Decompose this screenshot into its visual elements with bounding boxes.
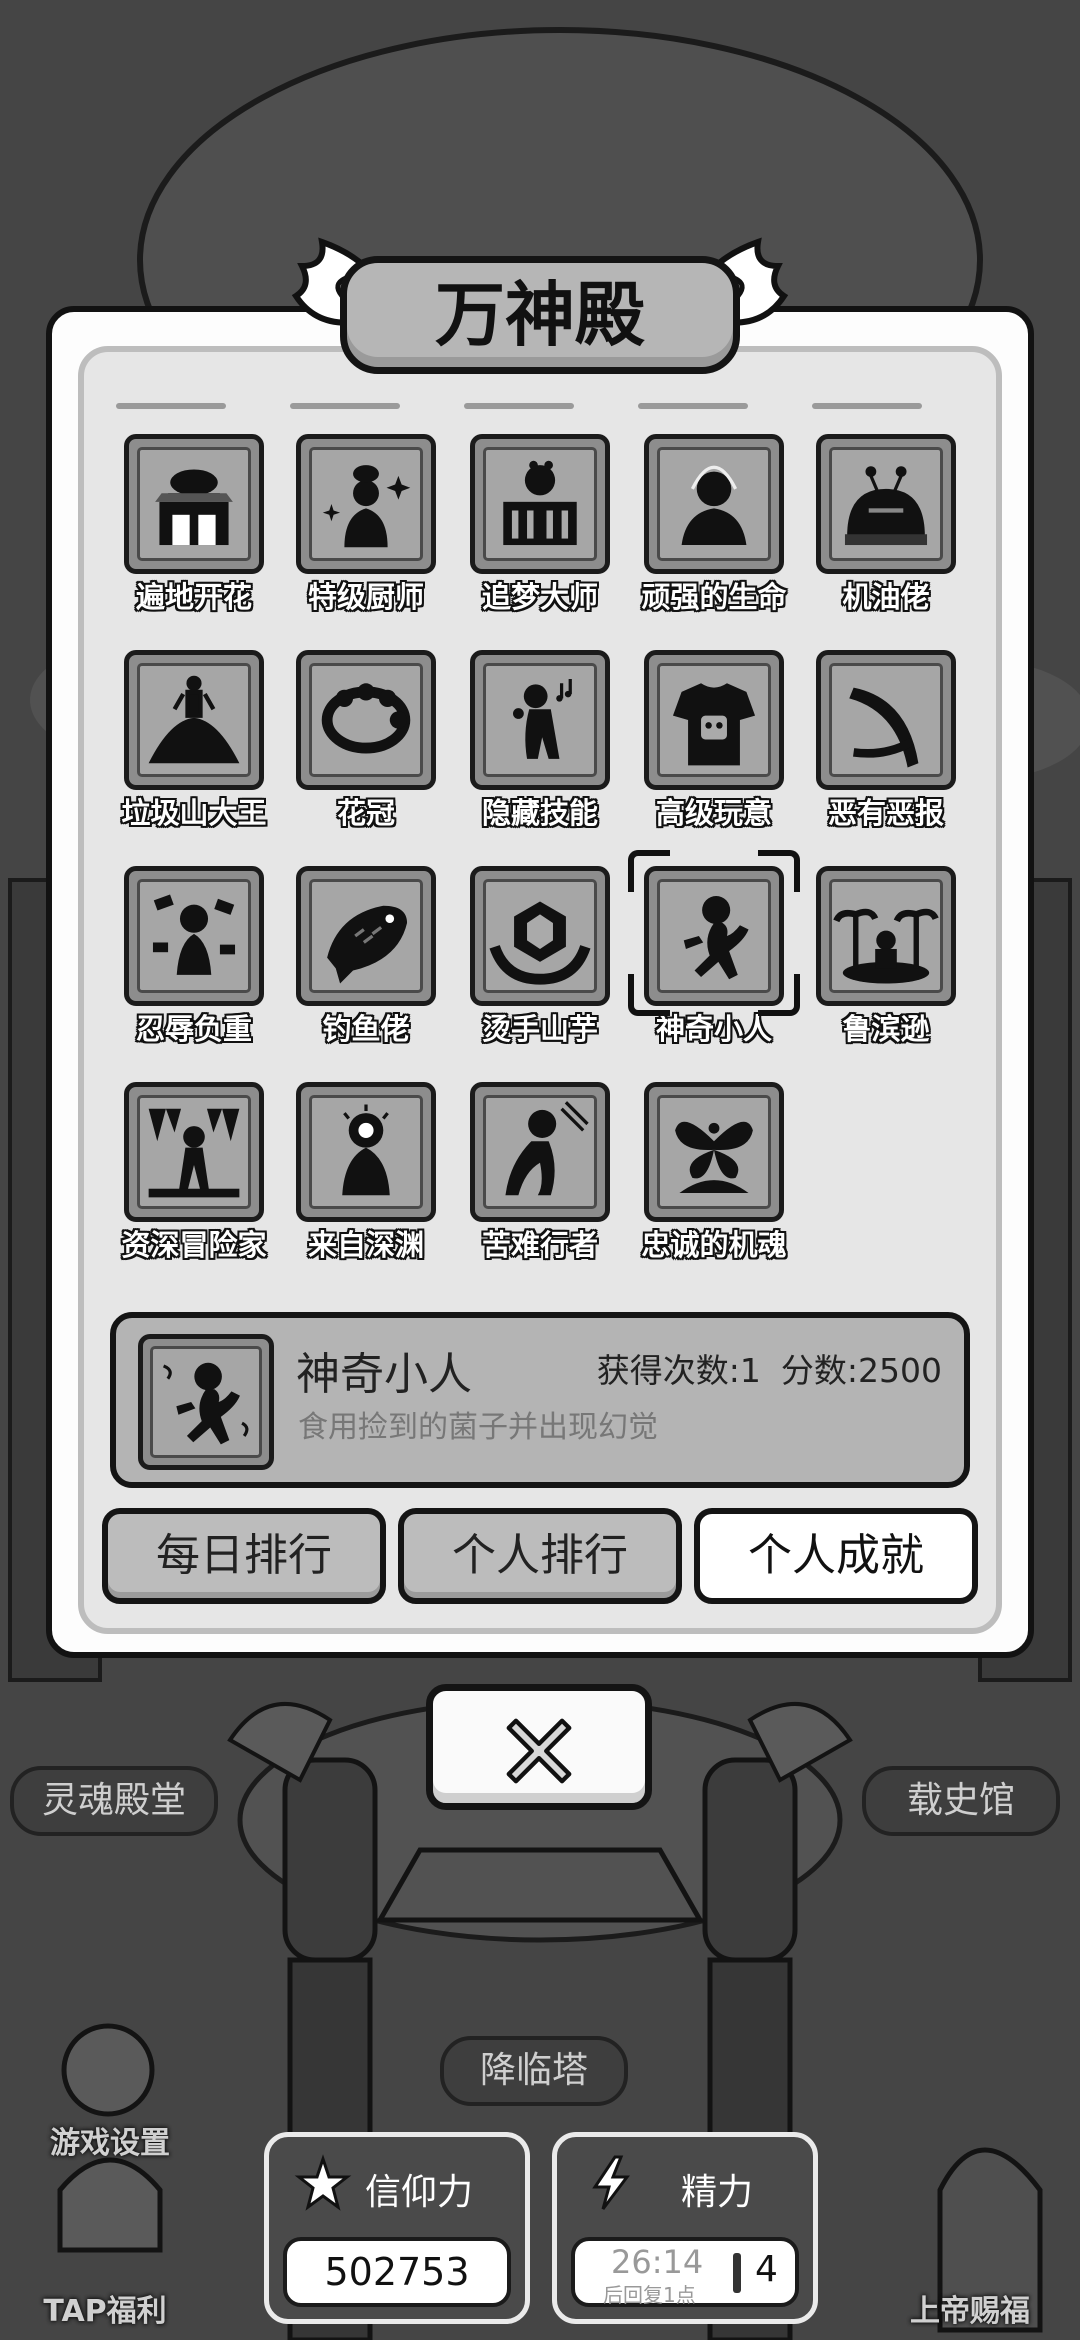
achievement-tile[interactable]: 顽强的生命 (641, 434, 787, 614)
achievement-tile[interactable]: 忍辱负重 (124, 866, 264, 1046)
robot-tshirt-icon (672, 683, 756, 766)
history-museum-button[interactable]: 载史馆 (862, 1766, 1060, 1836)
achievement-tile[interactable]: 垃圾山大王 (121, 650, 267, 830)
achievement-frame (124, 650, 264, 790)
faith-value: 502753 (283, 2237, 511, 2307)
fish-icon (327, 905, 408, 984)
achievement-tile[interactable]: 特级厨师 (296, 434, 436, 614)
close-icon (506, 1718, 572, 1784)
selection-corner (628, 850, 670, 892)
detail-obtained-count: 获得次数:1 (596, 1351, 761, 1390)
chef-icon (322, 465, 411, 548)
achievement-tile[interactable]: 忠诚的机魂 (641, 1082, 787, 1262)
fairy-icon (675, 1121, 753, 1194)
cave-explorer-icon (148, 1108, 240, 1198)
selection-corner (758, 850, 800, 892)
tab-personal-achievements[interactable]: 个人成就 (694, 1508, 978, 1604)
trash-mountain-king-icon (148, 675, 240, 764)
achievement-tile[interactable]: 苦难行者 (470, 1082, 610, 1262)
soul-hall-button[interactable]: 灵魂殿堂 (10, 1766, 218, 1836)
faith-label: 信仰力 (365, 2172, 474, 2213)
robot-dome-icon (844, 466, 928, 546)
achievement-frame (816, 866, 956, 1006)
achievement-frame (470, 1082, 610, 1222)
selection-corner (628, 974, 670, 1016)
achievement-tile[interactable]: 高级玩意 (644, 650, 784, 830)
game-settings-button[interactable]: 游戏设置 (30, 2118, 190, 2162)
lightning-icon (592, 2155, 630, 2210)
achievement-tile[interactable]: 钓鱼佬 (296, 866, 436, 1046)
tab-daily-ranking[interactable]: 每日排行 (102, 1508, 386, 1604)
selection-corner (758, 974, 800, 1016)
winged-star-icon (294, 2154, 352, 2211)
achievement-tile[interactable]: 来自深渊 (296, 1082, 436, 1262)
kneeling-figure-icon (152, 894, 236, 975)
achievement-frame (296, 434, 436, 574)
island-castaway-icon (833, 908, 939, 984)
title-plate: 万神殿 (340, 256, 740, 374)
achievement-tile[interactable]: 恶有恶报 (816, 650, 956, 830)
detail-stats: 获得次数:1 分数:2500 (577, 1344, 942, 1392)
flower-wreath-icon (321, 683, 411, 754)
achievement-tile[interactable]: 烫手山芋 (470, 866, 610, 1046)
achievement-frame (816, 434, 956, 574)
achievement-label: 机油佬 (842, 580, 930, 614)
achievement-frame (470, 650, 610, 790)
achievement-frame (124, 434, 264, 574)
achievement-frame (816, 650, 956, 790)
hands-gem-icon (489, 901, 591, 985)
burger-shop-icon (155, 469, 233, 546)
walker-icon (505, 1101, 589, 1196)
faith-card: 信仰力 502753 (264, 2132, 530, 2324)
achievement-tile[interactable]: 资深冒险家 (121, 1082, 267, 1262)
achievement-frame (644, 1082, 784, 1222)
abyss-eye-icon (342, 1104, 390, 1196)
achievement-detail-panel: 神奇小人 获得次数:1 分数:2500 食用捡到的菌子并出现幻觉 (110, 1312, 970, 1488)
achievement-tile[interactable]: 遍地开花 (124, 434, 264, 614)
energy-card: 精力 26:14 后回复1点 4 (552, 2132, 818, 2324)
achievement-frame (296, 1082, 436, 1222)
achievement-tile[interactable]: 机油佬 (816, 434, 956, 614)
achievement-frame (124, 866, 264, 1006)
achievement-frame (644, 650, 784, 790)
achievement-label: 恶有恶报 (827, 796, 944, 830)
achievement-tile[interactable]: 追梦大师 (470, 434, 610, 614)
detail-description: 食用捡到的菌子并出现幻觉 (298, 1410, 658, 1445)
energy-timer-note: 后回复1点 (603, 2283, 696, 2307)
singing-figure-icon (513, 678, 572, 759)
achievement-frame (296, 650, 436, 790)
tab-personal-ranking[interactable]: 个人排行 (398, 1508, 682, 1604)
achievement-frame (644, 434, 784, 574)
achievement-tile[interactable]: 花冠 (296, 650, 436, 830)
energy-divider (733, 2253, 741, 2293)
detail-score: 分数:2500 (780, 1351, 942, 1390)
energy-count: 4 (755, 2249, 778, 2290)
dream-theater-icon (503, 460, 577, 546)
god-blessing-button[interactable]: 上帝赐福 (880, 2286, 1060, 2330)
achievement-frame (296, 866, 436, 1006)
dancing-figure-icon (162, 1362, 249, 1445)
achievement-frame (470, 866, 610, 1006)
dialog-title: 万神殿 (435, 274, 645, 356)
tap-rewards-button[interactable]: TAP福利 (30, 2286, 180, 2330)
meditating-figure-icon (681, 465, 747, 546)
clipped-row-hint (84, 394, 998, 409)
detail-icon-frame (138, 1334, 274, 1470)
close-button[interactable] (426, 1684, 652, 1810)
achievement-frame (470, 434, 610, 574)
descent-tower-button[interactable]: 降临塔 (440, 2036, 628, 2106)
dancing-figure-icon (683, 896, 749, 980)
achievement-label: 忠诚的机魂 (641, 1228, 787, 1262)
achievement-tile[interactable]: 神奇小人 (628, 850, 800, 1046)
energy-timer: 26:14 (611, 2243, 704, 2281)
energy-timer-box: 26:14 后回复1点 4 (571, 2237, 799, 2307)
energy-label: 精力 (681, 2172, 754, 2213)
boomerang-icon (849, 687, 919, 768)
achievement-frame (124, 1082, 264, 1222)
detail-name: 神奇小人 (296, 1349, 472, 1400)
achievement-tile[interactable]: 鲁滨逊 (816, 866, 956, 1046)
achievement-tile[interactable]: 隐藏技能 (470, 650, 610, 830)
achievement-label: 鲁滨逊 (842, 1012, 930, 1046)
